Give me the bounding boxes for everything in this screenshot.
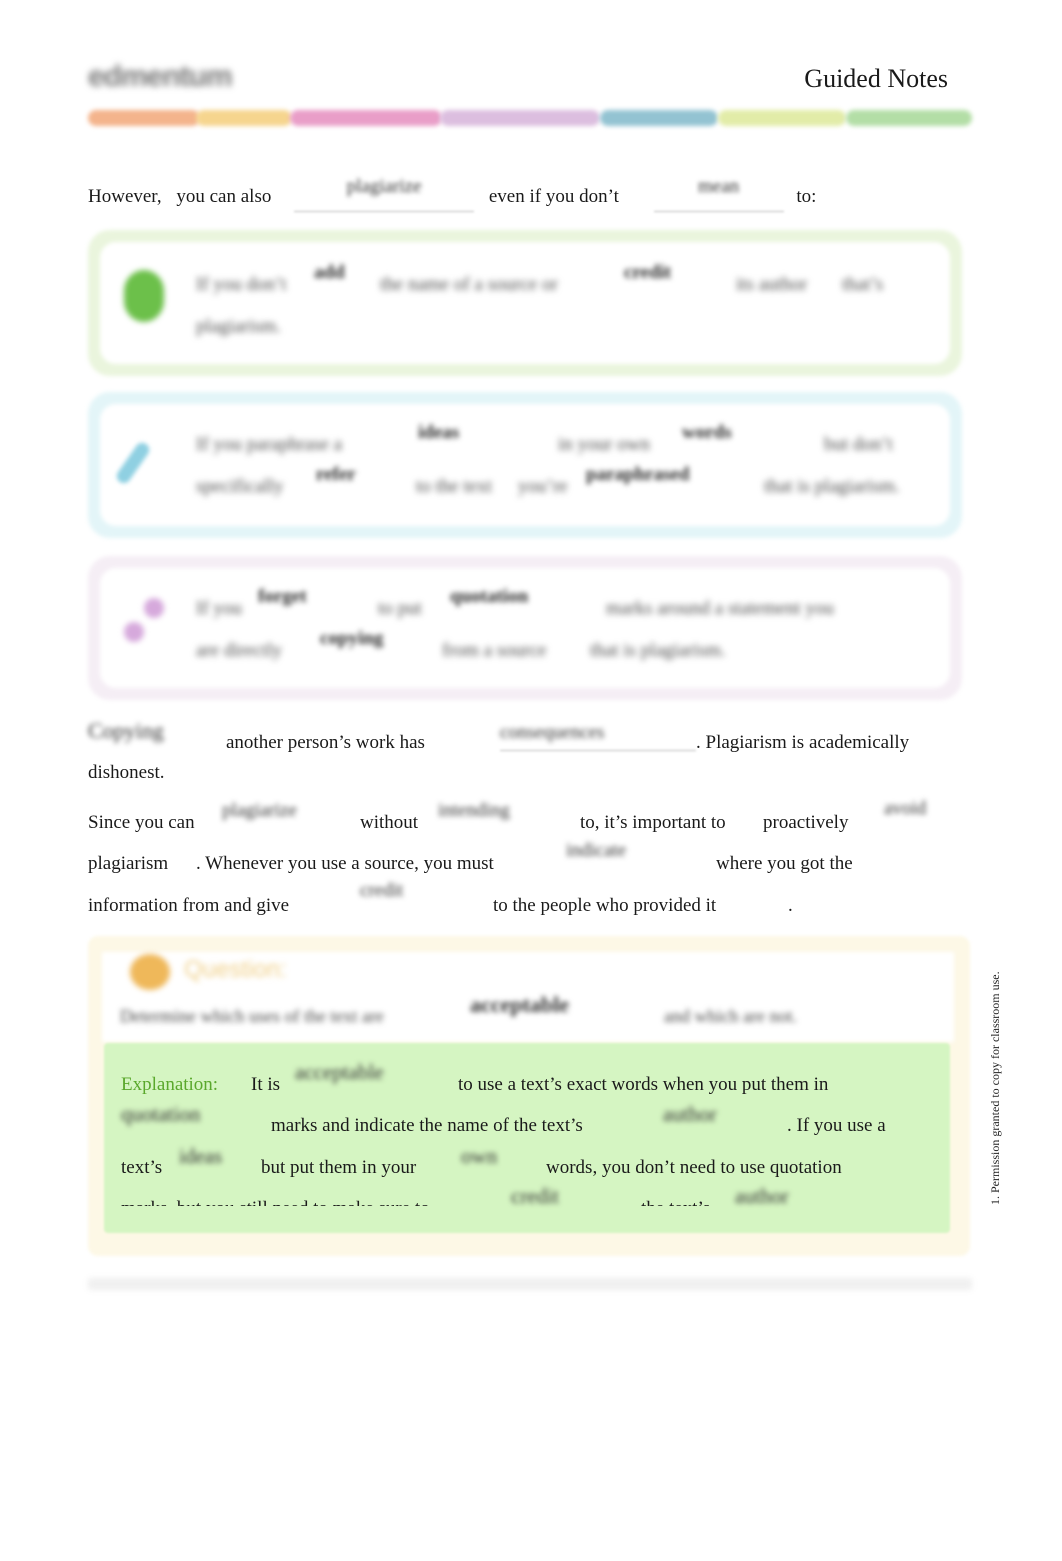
explanation-text: Explanation: It is acceptable to use a t… (121, 1060, 951, 1214)
blank-answer[interactable]: ideas (418, 422, 459, 444)
intro-text: However, (88, 186, 162, 207)
blank-underline (653, 211, 784, 212)
card-text: in your own (558, 434, 650, 455)
explanation-text: It is (251, 1074, 281, 1095)
stripe-segment-4 (440, 110, 600, 126)
explanation-text: text’s (121, 1157, 163, 1178)
paragraph-text: another person’s work has (226, 732, 425, 753)
blank-underline (294, 211, 475, 212)
explanation-text: marks and indicate the name of the text’… (271, 1115, 583, 1136)
blank-answer[interactable]: consequences (500, 722, 604, 744)
blank-answer[interactable]: forget (258, 586, 307, 608)
card-text: to the text (416, 476, 492, 497)
blank-answer[interactable]: quotation (450, 586, 528, 608)
card-text: its author (736, 274, 808, 295)
link-icon (120, 596, 168, 648)
card-text: that is plagiarism. (764, 476, 900, 497)
page-footer-bar (88, 1278, 972, 1290)
card-text: If you paraphrase a (196, 434, 343, 455)
question-heading: Question: (184, 956, 287, 983)
paragraph-text: to, it’s important to (580, 812, 726, 833)
card-text: plagiarism. (196, 316, 281, 337)
stripe-segment-2 (196, 110, 292, 126)
paragraph-text: to the people who provided it (493, 895, 717, 916)
blank-answer[interactable]: own (461, 1144, 497, 1169)
intro-text: to: (796, 186, 817, 207)
explanation-text: but put them in your (261, 1157, 417, 1178)
intro-text: you can also (176, 186, 272, 207)
paragraph-avoid: Since you can plagiarize without intendi… (88, 798, 978, 922)
answer-blank[interactable]: plagiarize (294, 176, 475, 212)
green-button-icon (124, 270, 164, 322)
blank-answer: plagiarize (346, 176, 422, 197)
stripe-segment-1 (88, 110, 200, 126)
stripe-segment-7 (846, 110, 972, 126)
blank-answer[interactable]: indicate (566, 840, 626, 862)
card-text: from a source (442, 640, 547, 661)
stripe-segment-5 (600, 110, 718, 126)
logo: edmentum (88, 60, 233, 93)
blank-answer[interactable]: paraphrased (586, 464, 689, 486)
intro-line: However, you can also plagiarize even if… (88, 176, 817, 212)
paragraph-text: proactively (763, 812, 849, 833)
card-text: If you don’t (196, 274, 287, 295)
blank-answer[interactable]: credit (624, 262, 671, 284)
paragraph-text: . Whenever you use a source, you must (196, 853, 494, 874)
blank-answer[interactable]: add (314, 262, 345, 284)
card-text: are directly (196, 640, 282, 661)
card-text: that’s (842, 274, 884, 295)
paragraph-text: . (788, 895, 793, 916)
sun-icon (130, 954, 170, 990)
card-text: If you (196, 598, 242, 619)
paragraph-text: . Plagiarism is academically (696, 732, 910, 753)
blank-answer[interactable]: plagiarize (222, 800, 297, 822)
blank-answer: mean (698, 176, 740, 197)
question-prompt: and which are not. (664, 1006, 797, 1026)
question-prompt: Determine which uses of the text are (120, 1006, 384, 1026)
copyright-side-note: 1. Permission granted to copy for classr… (988, 971, 1002, 1205)
explanation-text: words, you don’t need to use quotation (546, 1157, 842, 1178)
blank-answer[interactable]: avoid (884, 798, 926, 820)
explanation-text: the text’s (641, 1198, 710, 1206)
paragraph-text: where you got the (716, 853, 853, 874)
blank-answer[interactable]: ideas (179, 1144, 222, 1169)
blank-answer[interactable]: credit (511, 1184, 559, 1209)
blank-answer[interactable]: acceptable (295, 1060, 384, 1085)
card-text: but don’t (824, 434, 893, 455)
card-text: the name of a source or (380, 274, 558, 295)
page-title: Guided Notes (804, 64, 948, 93)
blank-answer[interactable]: Copying (88, 718, 164, 744)
card-text: to put (378, 598, 422, 619)
paragraph-text: plagiarism (88, 853, 169, 874)
answer-blank[interactable]: mean (653, 176, 784, 212)
blank-answer[interactable]: author (663, 1102, 717, 1127)
stripe-segment-6 (718, 110, 846, 126)
stripe-segment-3 (290, 110, 442, 126)
explanation-text: to use a text’s exact words when you put… (458, 1074, 829, 1095)
card-text: specifically (196, 476, 284, 497)
explanation-text: marks, but you still need to make sure t… (121, 1198, 430, 1206)
paragraph-text: information from and give (88, 895, 290, 916)
card-text: that is plagiarism. (590, 640, 726, 661)
explanation-label: Explanation: (121, 1074, 219, 1095)
blank-answer[interactable]: credit (360, 880, 403, 902)
explanation-text: . If you use a (787, 1115, 886, 1136)
card-3-text: If you forget to put quotation marks aro… (196, 584, 936, 684)
blank-answer[interactable]: words (682, 422, 732, 444)
card-text: marks around a statement you (606, 598, 834, 619)
blank-answer[interactable]: acceptable (470, 992, 569, 1018)
paragraph-text: without (360, 812, 419, 833)
intro-text: even if you don’t (488, 186, 619, 207)
blank-answer[interactable]: intending (438, 800, 510, 822)
blank-answer[interactable]: author (735, 1184, 789, 1209)
blank-answer[interactable]: refer (316, 464, 356, 486)
note-card-1 (88, 230, 962, 376)
blank-answer[interactable]: quotation (121, 1102, 200, 1127)
blank-answer[interactable]: copying (320, 628, 383, 650)
blank-underline (500, 750, 696, 751)
paragraph-text: Since you can (88, 812, 195, 833)
paragraph-text: dishonest. (88, 762, 165, 783)
card-text: you’re (518, 476, 568, 497)
card-2-text: If you paraphrase a ideas in your own wo… (196, 420, 936, 520)
